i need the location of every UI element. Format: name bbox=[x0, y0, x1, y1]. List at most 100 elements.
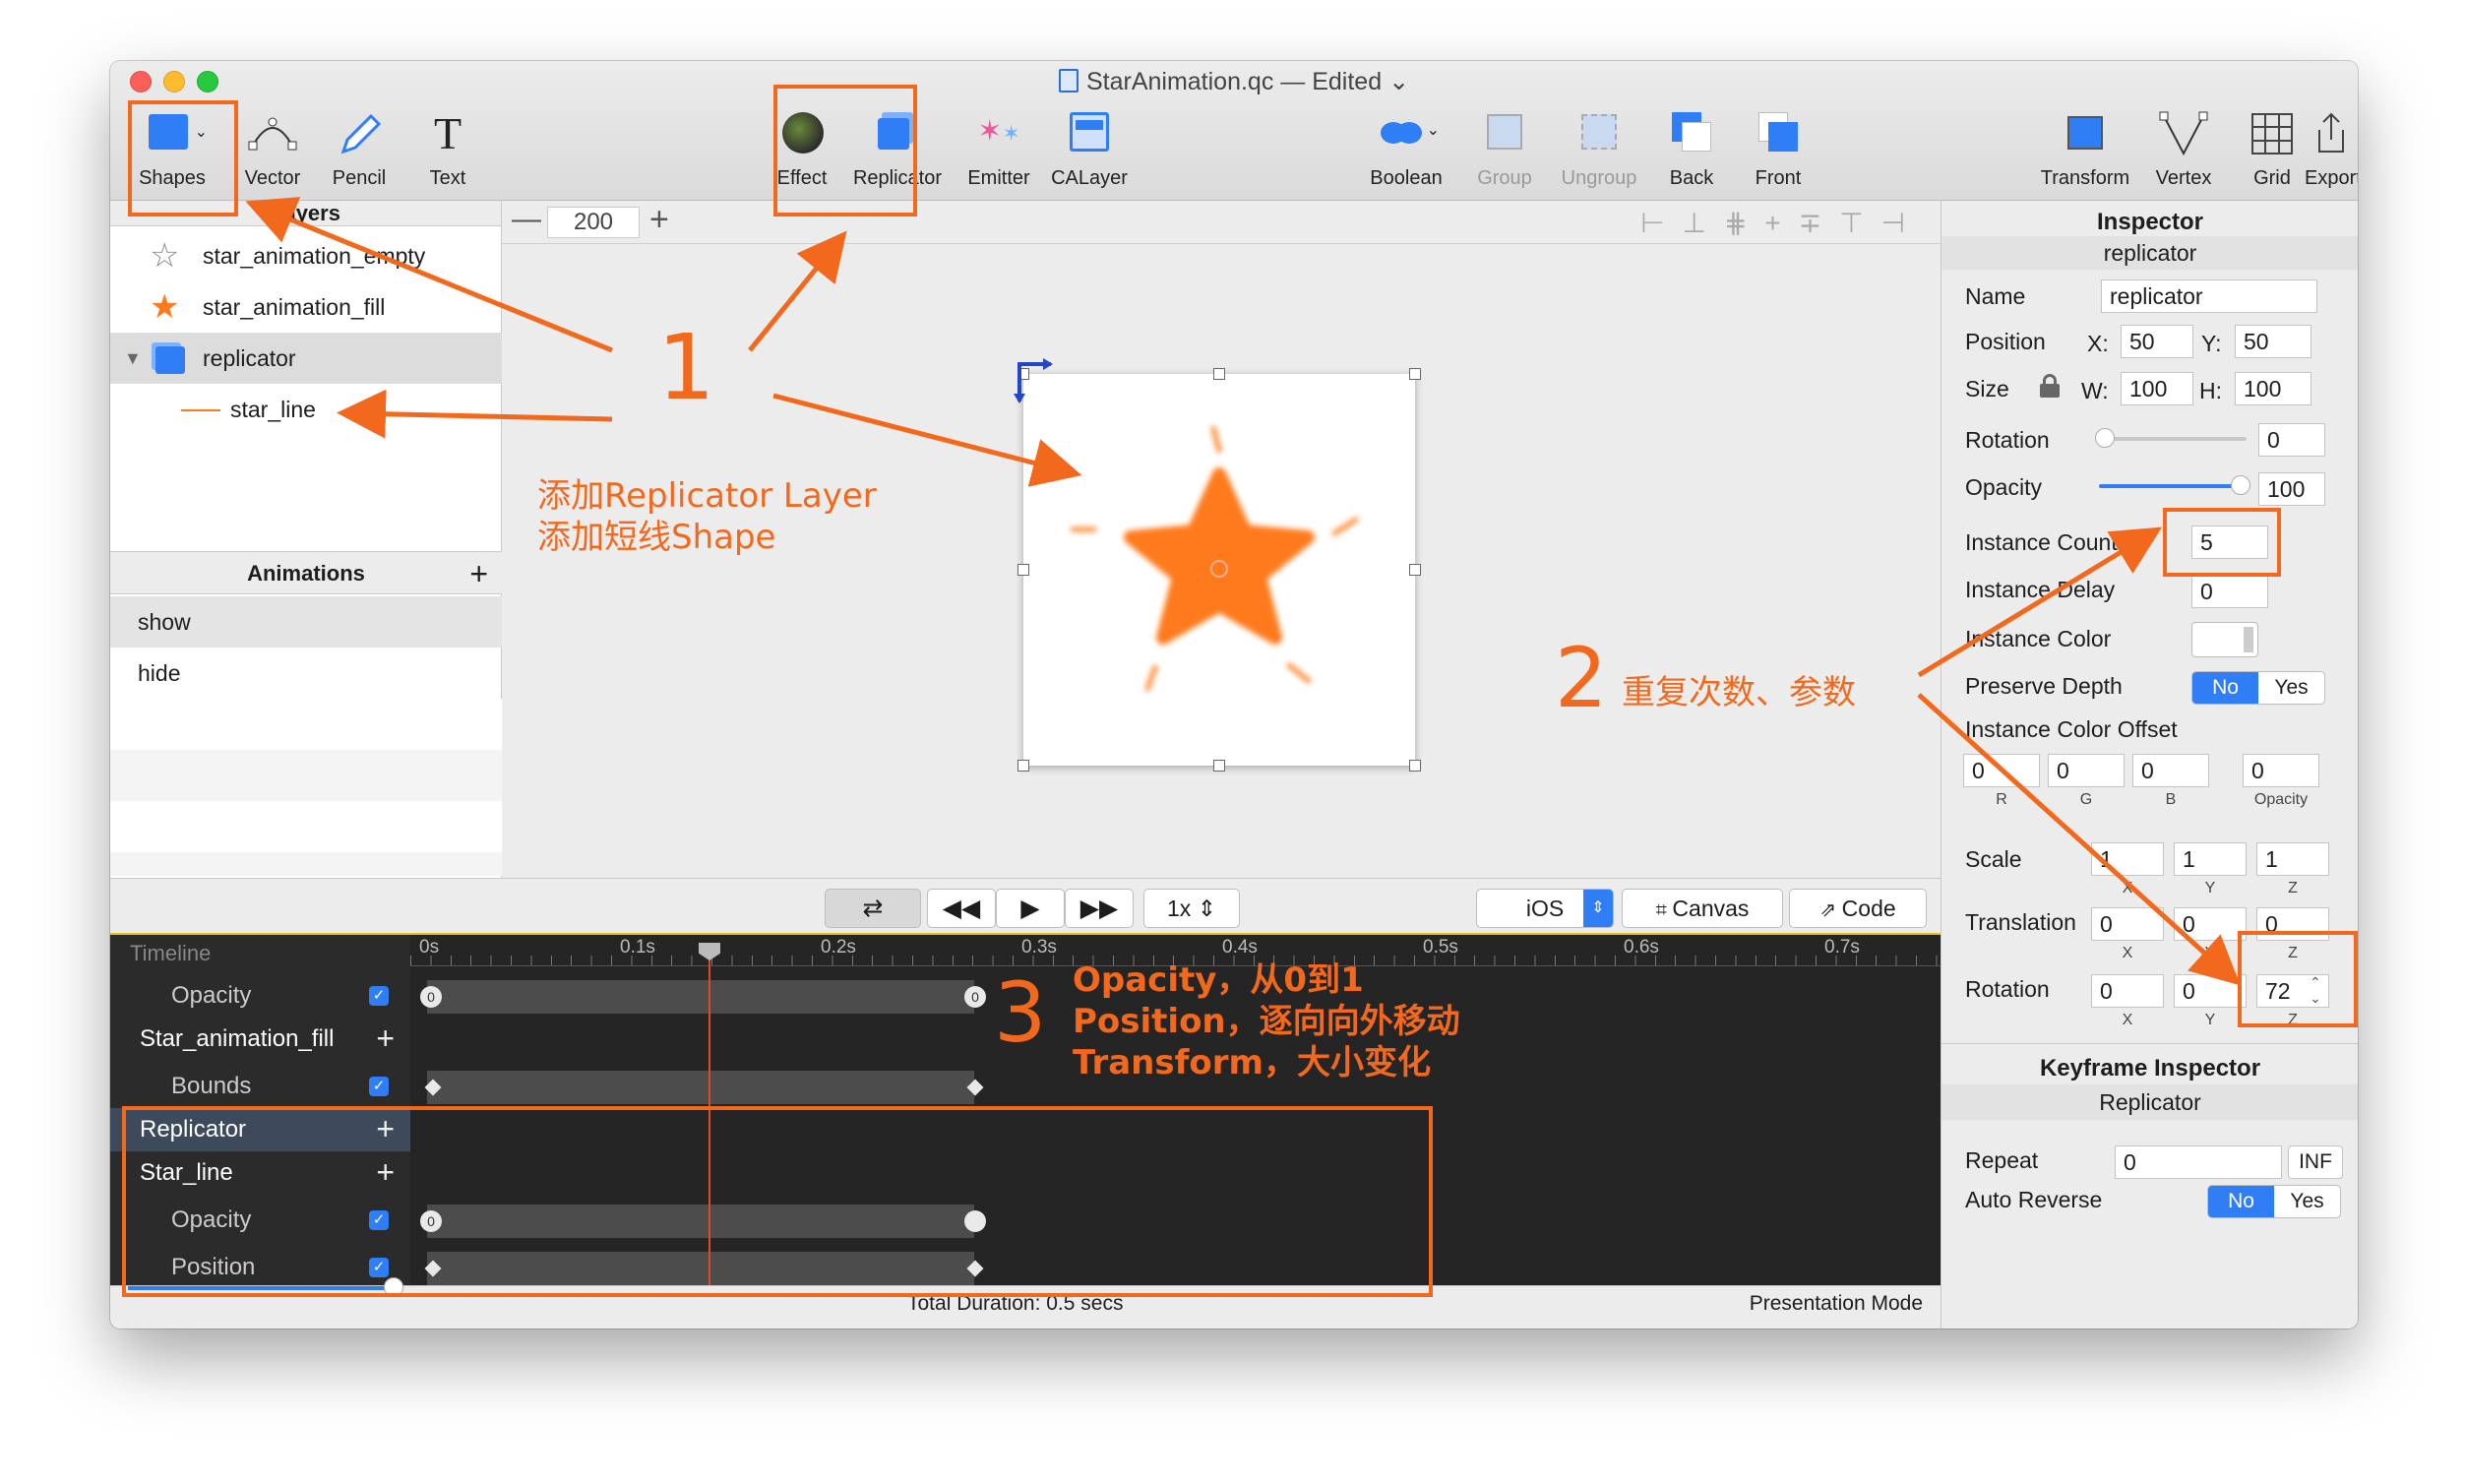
calayer-button[interactable]: CALayer bbox=[1035, 110, 1143, 190]
fast-forward-button[interactable]: ▶▶ bbox=[1065, 889, 1134, 928]
timeline-label: Timeline bbox=[130, 941, 212, 965]
add-track-button[interactable]: + bbox=[376, 1018, 395, 1059]
translation-x-field[interactable]: 0 bbox=[2091, 907, 2164, 941]
text-button[interactable]: T Text bbox=[394, 110, 502, 190]
transform-button[interactable]: Transform bbox=[2031, 110, 2139, 190]
animation-hide[interactable]: hide bbox=[110, 648, 502, 699]
h-label: H: bbox=[2199, 378, 2222, 403]
name-field[interactable]: replicator bbox=[2101, 279, 2317, 313]
repeat-inf-button[interactable]: INF bbox=[2288, 1145, 2343, 1179]
disclosure-triangle-icon[interactable]: ▼ bbox=[124, 333, 142, 384]
instance-color-well[interactable] bbox=[2191, 622, 2258, 657]
slider-knob[interactable] bbox=[2231, 475, 2250, 495]
translation-y-field[interactable]: 0 bbox=[2174, 907, 2247, 941]
window-title[interactable]: StarAnimation.qc — Edited ⌄ bbox=[110, 67, 2358, 96]
keyframe-bar[interactable] bbox=[427, 1071, 974, 1104]
w-label: W: bbox=[2081, 378, 2109, 403]
opacity-field[interactable]: 100 bbox=[2258, 472, 2325, 506]
position-y-field[interactable]: 50 bbox=[2235, 325, 2311, 358]
annotation-number-1: 1 bbox=[657, 315, 715, 420]
scale-z-field[interactable]: 1 bbox=[2256, 842, 2329, 876]
star-fill-icon: ★ bbox=[150, 288, 180, 326]
document-icon bbox=[1058, 69, 1078, 93]
rotation-field[interactable]: 0 bbox=[2258, 423, 2325, 457]
scale-y-field[interactable]: 1 bbox=[2174, 842, 2247, 876]
rotation-y-field[interactable]: 0 bbox=[2174, 974, 2247, 1008]
rewind-button[interactable]: ◀◀ bbox=[927, 889, 996, 928]
auto-reverse-toggle[interactable]: No Yes bbox=[2207, 1185, 2341, 1218]
slider-knob[interactable] bbox=[2095, 428, 2115, 448]
front-button[interactable]: Front bbox=[1724, 110, 1832, 190]
track-star-animation-fill[interactable]: Star_animation_fill + bbox=[110, 1018, 410, 1061]
preserve-depth-no[interactable]: No bbox=[2192, 672, 2258, 704]
repeat-field[interactable]: 0 bbox=[2115, 1145, 2282, 1179]
keyframe[interactable]: 0 bbox=[420, 986, 442, 1008]
track-opacity[interactable]: Opacity ✓ bbox=[110, 974, 410, 1018]
opacity-label: Opacity bbox=[1965, 474, 2042, 500]
tick-label: 0.3s bbox=[1021, 937, 1057, 958]
zoom-in-button[interactable]: + bbox=[649, 201, 669, 239]
canvas-button[interactable]: ⌗ Canvas bbox=[1622, 889, 1783, 928]
preserve-depth-toggle[interactable]: No Yes bbox=[2191, 671, 2325, 705]
add-animation-button[interactable]: + bbox=[469, 552, 488, 595]
position-x-field[interactable]: 50 bbox=[2121, 325, 2193, 358]
lock-icon[interactable] bbox=[2040, 374, 2060, 398]
code-button[interactable]: ⇗ Code bbox=[1789, 889, 1927, 928]
loop-button[interactable]: ⇄ bbox=[825, 889, 921, 928]
scale-z-label: Z bbox=[2288, 880, 2298, 897]
offset-opacity-field[interactable]: 0 bbox=[2243, 754, 2319, 787]
speed-select[interactable]: 1x ⇕ bbox=[1143, 889, 1240, 928]
layer-star-animation-fill[interactable]: ★ star_animation_fill bbox=[110, 281, 502, 333]
platform-select[interactable]: iOS ⇕ bbox=[1476, 889, 1614, 928]
vertex-icon bbox=[2158, 110, 2209, 157]
scale-x-field[interactable]: 1 bbox=[2091, 842, 2164, 876]
annotation-box-instance-count bbox=[2163, 508, 2281, 577]
presentation-mode-button[interactable]: Presentation Mode bbox=[1750, 1292, 1923, 1316]
auto-reverse-yes[interactable]: Yes bbox=[2274, 1186, 2340, 1217]
keyframe[interactable]: 0 bbox=[964, 986, 986, 1008]
layer-star-line[interactable]: star_line bbox=[110, 384, 502, 435]
rotation-x-field[interactable]: 0 bbox=[2091, 974, 2164, 1008]
grid-icon bbox=[2247, 110, 2298, 157]
zoom-field[interactable]: 200 bbox=[547, 207, 640, 238]
auto-reverse-no[interactable]: No bbox=[2208, 1186, 2274, 1217]
offset-r-field[interactable]: 0 bbox=[1963, 754, 2040, 787]
rotation-slider[interactable] bbox=[2095, 428, 2247, 448]
tick-label: 0.7s bbox=[1824, 937, 1860, 958]
track-enabled-checkbox[interactable]: ✓ bbox=[369, 1077, 389, 1096]
offset-b-field[interactable]: 0 bbox=[2132, 754, 2209, 787]
anchor-point-icon[interactable] bbox=[1014, 358, 1063, 407]
keyframe-bar[interactable] bbox=[427, 980, 974, 1014]
preserve-depth-yes[interactable]: Yes bbox=[2258, 672, 2324, 704]
play-button[interactable]: ▶ bbox=[996, 889, 1065, 928]
offset-opacity-sub-label: Opacity bbox=[2253, 791, 2309, 808]
annotation-box-star-line-tracks bbox=[122, 1106, 1433, 1297]
replicator-layer-icon bbox=[155, 346, 185, 374]
offset-g-field[interactable]: 0 bbox=[2048, 754, 2125, 787]
track-bounds[interactable]: Bounds ✓ bbox=[110, 1065, 410, 1108]
tick-label: 0.1s bbox=[620, 937, 655, 958]
star-artwork bbox=[1070, 425, 1359, 692]
zoom-out-button[interactable]: — bbox=[512, 203, 541, 236]
export-button[interactable]: Export bbox=[2305, 110, 2358, 190]
size-h-field[interactable]: 100 bbox=[2235, 372, 2311, 405]
size-w-field[interactable]: 100 bbox=[2121, 372, 2193, 405]
translation-label: Translation bbox=[1965, 909, 2076, 935]
scale-x-label: X bbox=[2122, 880, 2133, 897]
instance-delay-field[interactable]: 0 bbox=[2191, 575, 2268, 608]
canvas-icon: ⌗ bbox=[1655, 899, 1673, 921]
boolean-button[interactable]: ⌄ Boolean bbox=[1352, 110, 1460, 190]
translation-y-label: Y bbox=[2204, 945, 2216, 961]
tick-label: 0s bbox=[419, 937, 440, 958]
repeat-label: Repeat bbox=[1965, 1147, 2039, 1173]
align-tools[interactable]: ⊢⊥⋕+∓⊤⊣ bbox=[1640, 207, 1923, 239]
track-enabled-checkbox[interactable]: ✓ bbox=[369, 986, 389, 1006]
group-button[interactable]: Group bbox=[1450, 110, 1559, 190]
layer-star-animation-empty[interactable]: ☆ star_animation_empty bbox=[110, 230, 502, 281]
layer-replicator[interactable]: ▼ replicator bbox=[110, 333, 502, 384]
animation-show[interactable]: show bbox=[110, 596, 502, 648]
inspector-divider bbox=[1941, 1043, 2358, 1044]
annotation-box-rotation-z bbox=[2238, 931, 2358, 1027]
artboard[interactable] bbox=[1014, 358, 1421, 772]
opacity-slider[interactable] bbox=[2099, 475, 2250, 495]
